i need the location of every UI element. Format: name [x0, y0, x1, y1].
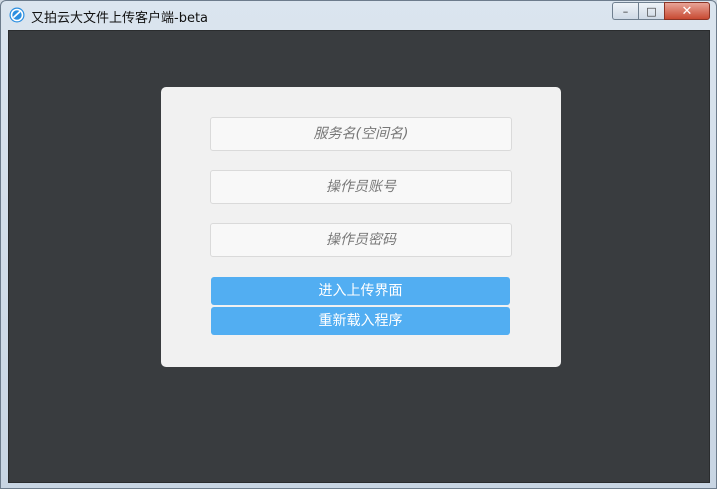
operator-password-input[interactable] — [210, 223, 512, 257]
service-name-input[interactable] — [210, 117, 512, 151]
reload-program-button[interactable]: 重新载入程序 — [211, 307, 510, 335]
close-button[interactable]: ✕ — [664, 2, 710, 20]
login-panel: 进入上传界面 重新载入程序 — [161, 87, 561, 367]
window-controls: – □ ✕ — [612, 2, 710, 21]
title-bar[interactable]: 又拍云大文件上传客户端-beta – □ ✕ — [1, 1, 716, 29]
window-title: 又拍云大文件上传客户端-beta — [31, 11, 209, 26]
maximize-button[interactable]: □ — [638, 2, 664, 20]
enter-upload-button[interactable]: 进入上传界面 — [211, 277, 510, 305]
minimize-button[interactable]: – — [612, 2, 638, 20]
minimize-icon: – — [622, 4, 629, 18]
close-icon: ✕ — [681, 3, 693, 19]
operator-account-input[interactable] — [210, 170, 512, 204]
maximize-icon: □ — [646, 4, 657, 18]
client-area: 进入上传界面 重新载入程序 — [8, 30, 710, 483]
upyun-logo-icon — [9, 7, 25, 23]
app-window: 又拍云大文件上传客户端-beta – □ ✕ 进入上传界面 重新载入程序 — [0, 0, 717, 489]
